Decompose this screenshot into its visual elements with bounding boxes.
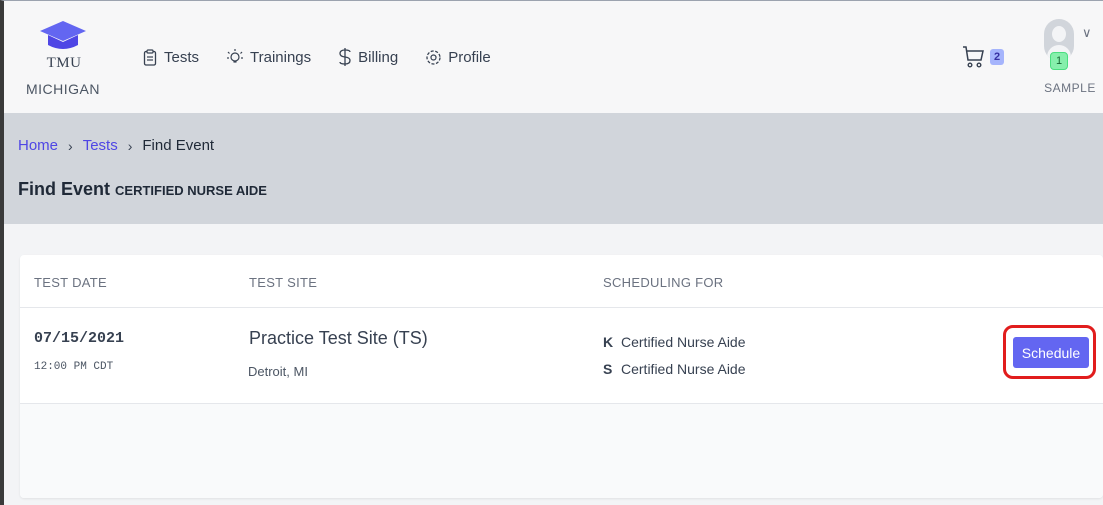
logo-text-tmu: TMU xyxy=(46,55,82,71)
nav-tests[interactable]: Tests xyxy=(142,47,199,67)
app-frame: TMU MICHIGAN Tests Trainings Billing Pro… xyxy=(0,0,1103,505)
page-title-main: Find Event xyxy=(18,179,111,199)
chevron-down-icon: ∨ xyxy=(1082,25,1092,40)
breadcrumb-home[interactable]: Home xyxy=(18,137,58,154)
scheduling-label: Certified Nurse Aide xyxy=(621,334,746,350)
scheduling-item: K Certified Nurse Aide xyxy=(603,334,746,350)
page-title-subtitle: CERTIFIED NURSE AIDE xyxy=(115,183,267,198)
header-test-site: TEST SITE xyxy=(249,275,318,290)
nav-profile-label: Profile xyxy=(448,48,491,66)
cart-icon xyxy=(963,46,984,68)
event-time: 12:00 PM CDT xyxy=(34,361,114,373)
nav-trainings[interactable]: Trainings xyxy=(226,47,311,67)
scheduling-code: S xyxy=(603,361,613,377)
table-footer xyxy=(20,404,1103,498)
top-navbar: TMU MICHIGAN Tests Trainings Billing Pro… xyxy=(4,1,1103,113)
page-title: Find Event CERTIFIED NURSE AIDE xyxy=(18,179,267,200)
user-menu[interactable]: 1 ∨ SAMPLE xyxy=(1040,19,1100,109)
header-scheduling-for: SCHEDULING FOR xyxy=(603,275,724,290)
clipboard-icon xyxy=(143,48,157,66)
scheduling-code: K xyxy=(603,334,614,350)
nav-trainings-label: Trainings xyxy=(250,48,312,66)
main-nav: Tests Trainings Billing Profile xyxy=(142,47,491,67)
page-header: Home › Tests › Find Event Find Event CER… xyxy=(4,113,1103,224)
events-table: TEST DATE TEST SITE SCHEDULING FOR 07/15… xyxy=(20,255,1103,498)
table-header: TEST DATE TEST SITE SCHEDULING FOR xyxy=(20,255,1103,308)
event-site: Practice Test Site (TS) xyxy=(249,328,428,348)
breadcrumb-separator-icon: › xyxy=(127,137,133,154)
user-name: SAMPLE xyxy=(1044,81,1096,95)
nav-tests-label: Tests xyxy=(164,48,200,66)
logo-text-state: MICHIGAN xyxy=(26,81,100,97)
breadcrumb-current: Find Event xyxy=(142,137,215,154)
dollar-icon xyxy=(339,48,351,66)
cart-button[interactable]: 2 xyxy=(962,45,1005,69)
scheduling-label: Certified Nurse Aide xyxy=(621,361,746,377)
user-badge: 1 xyxy=(1050,52,1068,70)
breadcrumb-tests[interactable]: Tests xyxy=(83,137,118,154)
scheduling-item: S Certified Nurse Aide xyxy=(603,361,746,377)
schedule-button[interactable]: Schedule xyxy=(1013,337,1089,368)
breadcrumb-separator-icon: › xyxy=(68,137,73,154)
logo[interactable]: TMU MICHIGAN xyxy=(26,19,126,103)
nav-profile[interactable]: Profile xyxy=(425,47,491,67)
nav-billing[interactable]: Billing xyxy=(338,47,398,67)
breadcrumb: Home › Tests › Find Event xyxy=(18,137,214,154)
table-row: 07/15/2021 12:00 PM CDT Practice Test Si… xyxy=(20,308,1103,404)
event-date: 07/15/2021 xyxy=(34,330,125,347)
graduation-cap-icon xyxy=(40,21,86,49)
nav-billing-label: Billing xyxy=(358,48,399,66)
event-city: Detroit, MI xyxy=(248,364,308,379)
cart-count-badge: 2 xyxy=(990,49,1005,65)
gear-icon xyxy=(426,49,441,65)
header-test-date: TEST DATE xyxy=(34,275,108,290)
lightbulb-icon xyxy=(227,49,244,63)
